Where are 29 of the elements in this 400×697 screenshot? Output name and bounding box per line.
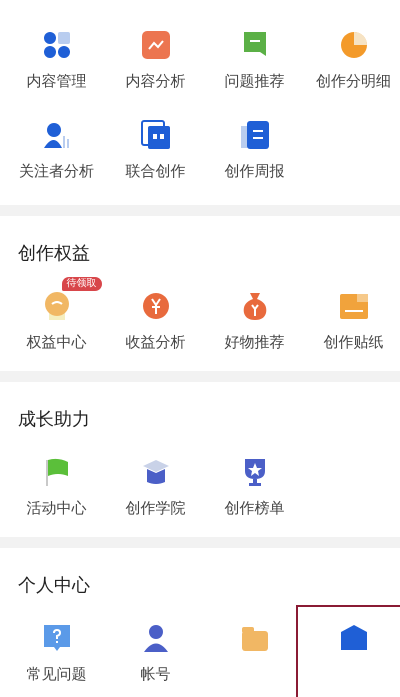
- menu-item-label[interactable]: 活动中心: [26, 497, 86, 519]
- menu-item-label[interactable]: 内容分析: [126, 70, 186, 92]
- menu-item-label[interactable]: 内容管理: [26, 70, 86, 92]
- menu-item-label[interactable]: 问题推荐: [224, 70, 284, 92]
- menu-item-label[interactable]: 创作周报: [224, 160, 284, 182]
- grid-icon[interactable]: [42, 30, 72, 60]
- sticker-icon[interactable]: [338, 291, 368, 321]
- menu-item-label[interactable]: 权益中心: [26, 331, 86, 353]
- question-icon[interactable]: [42, 623, 72, 653]
- pending-badge: 待领取: [62, 277, 102, 291]
- yen-icon[interactable]: [140, 291, 170, 321]
- document-icon[interactable]: [240, 120, 270, 150]
- menu-item-label[interactable]: 关注者分析: [19, 160, 94, 182]
- chart-icon[interactable]: [140, 30, 170, 60]
- menu-item-label[interactable]: 创作榜单: [224, 497, 284, 519]
- section-title: 个人中心: [17, 574, 91, 598]
- menu-item-label[interactable]: 收益分析: [126, 331, 186, 353]
- graduation-cap-icon[interactable]: [140, 457, 170, 487]
- pie-chart-icon[interactable]: [338, 30, 368, 60]
- menu-item-label[interactable]: 常见问题: [26, 663, 86, 685]
- menu-item-label[interactable]: 帐号: [140, 663, 170, 685]
- menu-item-label[interactable]: 联合创作: [126, 160, 186, 182]
- section-title: 创作权益: [17, 242, 91, 266]
- menu-item-label[interactable]: 创作学院: [126, 497, 186, 519]
- section-title: 成长助力: [17, 408, 91, 432]
- person-icon[interactable]: [42, 120, 72, 150]
- menu-item-label[interactable]: 好物推荐: [224, 331, 284, 353]
- menu-item-label[interactable]: 创作贴纸: [324, 331, 384, 353]
- menu-item-label[interactable]: 创作分明细: [316, 70, 391, 92]
